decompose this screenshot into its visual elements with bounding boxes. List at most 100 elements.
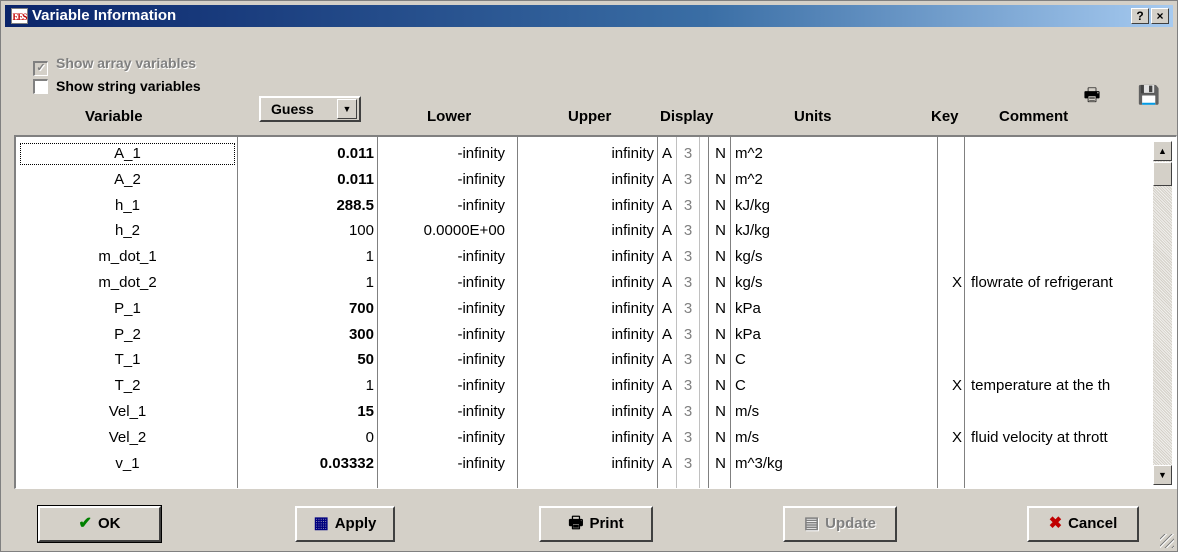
units-cell[interactable]: m^3/kg (733, 451, 938, 477)
lower-bound-cell[interactable]: -infinity (377, 425, 517, 451)
lower-bound-cell[interactable]: -infinity (377, 373, 517, 399)
units-cell[interactable]: m^2 (733, 167, 938, 193)
display-digits-cell[interactable]: 3 (678, 244, 698, 270)
display-digits-cell[interactable]: 3 (678, 270, 698, 296)
display-format-cell[interactable]: A (660, 373, 674, 399)
display-format-cell[interactable]: A (660, 270, 674, 296)
table-row[interactable]: v_1 0.03332 -infinity infinity A 3 Nm^3/kg (16, 451, 1149, 477)
key-cell[interactable] (938, 141, 964, 167)
units-cell[interactable]: kg/s (733, 244, 938, 270)
comment-cell[interactable] (966, 167, 1150, 193)
guess-cell[interactable]: 15 (237, 399, 377, 425)
resize-grip-icon[interactable] (1160, 534, 1174, 548)
comment-cell[interactable] (966, 322, 1150, 348)
display-digits-cell[interactable]: 3 (678, 425, 698, 451)
display-digits-cell[interactable]: 3 (678, 373, 698, 399)
comment-cell[interactable]: flowrate of refrigerant (966, 270, 1150, 296)
display-format-cell[interactable]: A (660, 218, 674, 244)
upper-bound-cell[interactable]: infinity (517, 218, 657, 244)
guess-cell[interactable]: 0.011 (237, 141, 377, 167)
lower-bound-cell[interactable]: -infinity (377, 193, 517, 219)
table-row[interactable]: T_2 1 -infinity infinity A 3 N C Xtemperature at… (16, 373, 1149, 399)
key-cell[interactable] (938, 167, 964, 193)
display-digits-cell[interactable]: 3 (678, 451, 698, 477)
upper-bound-cell[interactable]: infinity (517, 322, 657, 348)
guess-column-select[interactable]: Guess ▼ (259, 96, 361, 122)
units-flag-cell[interactable]: N (702, 244, 730, 270)
guess-cell[interactable]: 288.5 (237, 193, 377, 219)
display-digits-cell[interactable]: 3 (678, 296, 698, 322)
guess-cell[interactable]: 1 (237, 270, 377, 296)
units-cell[interactable]: m/s (733, 425, 938, 451)
display-format-cell[interactable]: A (660, 296, 674, 322)
units-cell[interactable]: kJ/kg (733, 218, 938, 244)
display-digits-cell[interactable]: 3 (678, 399, 698, 425)
guess-cell[interactable]: 300 (237, 322, 377, 348)
display-format-cell[interactable]: A (660, 322, 674, 348)
units-cell[interactable]: kPa (733, 296, 938, 322)
display-format-cell[interactable]: A (660, 399, 674, 425)
upper-bound-cell[interactable]: infinity (517, 167, 657, 193)
upper-bound-cell[interactable]: infinity (517, 244, 657, 270)
display-digits-cell[interactable]: 3 (678, 193, 698, 219)
title-bar[interactable]: EES Variable Information ? × (5, 5, 1173, 27)
chevron-down-icon[interactable]: ▼ (337, 99, 357, 119)
table-row[interactable]: m_dot_1 1 -infinity infinity A 3 Nkg/s (16, 244, 1149, 270)
lower-bound-cell[interactable]: -infinity (377, 451, 517, 477)
units-flag-cell[interactable]: N (702, 322, 730, 348)
upper-bound-cell[interactable]: infinity (517, 270, 657, 296)
display-format-cell[interactable]: A (660, 244, 674, 270)
units-flag-cell[interactable]: N (702, 347, 730, 373)
comment-cell[interactable] (966, 244, 1150, 270)
comment-cell[interactable] (966, 451, 1150, 477)
units-flag-cell[interactable]: N (702, 141, 730, 167)
key-cell[interactable] (938, 218, 964, 244)
print-button[interactable]: 🖶 Print (539, 506, 653, 542)
display-format-cell[interactable]: A (660, 167, 674, 193)
variable-cell[interactable]: A_1 (18, 141, 237, 167)
apply-button[interactable]: ▦ Apply (295, 506, 395, 542)
guess-cell[interactable]: 0 (237, 425, 377, 451)
variable-cell[interactable]: P_1 (18, 296, 237, 322)
units-cell[interactable]: C (733, 347, 938, 373)
units-cell[interactable]: m/s (733, 399, 938, 425)
display-format-cell[interactable]: A (660, 141, 674, 167)
table-row[interactable]: m_dot_2 1 -infinity infinity A 3 Nkg/s Xflowrat… (16, 270, 1149, 296)
display-digits-cell[interactable]: 3 (678, 218, 698, 244)
variable-cell[interactable]: m_dot_2 (18, 270, 237, 296)
upper-bound-cell[interactable]: infinity (517, 399, 657, 425)
help-button[interactable]: ? (1131, 8, 1149, 24)
lower-bound-cell[interactable]: -infinity (377, 270, 517, 296)
comment-cell[interactable] (966, 141, 1150, 167)
lower-bound-cell[interactable]: -infinity (377, 167, 517, 193)
variable-cell[interactable]: P_2 (18, 322, 237, 348)
guess-cell[interactable]: 1 (237, 373, 377, 399)
variable-cell[interactable]: Vel_1 (18, 399, 237, 425)
key-cell[interactable]: X (938, 373, 964, 399)
units-flag-cell[interactable]: N (702, 373, 730, 399)
cancel-button[interactable]: ✖ Cancel (1027, 506, 1139, 542)
key-cell[interactable] (938, 296, 964, 322)
table-row[interactable]: Vel_2 0 -infinity infinity A 3 Nm/s Xfluid velo… (16, 425, 1149, 451)
close-button[interactable]: × (1151, 8, 1169, 24)
guess-cell[interactable]: 100 (237, 218, 377, 244)
upper-bound-cell[interactable]: infinity (517, 425, 657, 451)
scrollbar-thumb[interactable] (1153, 162, 1172, 186)
floppy-disk-icon[interactable]: 💾 (1136, 82, 1162, 108)
guess-cell[interactable]: 0.03332 (237, 451, 377, 477)
guess-cell[interactable]: 1 (237, 244, 377, 270)
units-flag-cell[interactable]: N (702, 399, 730, 425)
units-cell[interactable]: C (733, 373, 938, 399)
units-flag-cell[interactable]: N (702, 296, 730, 322)
display-digits-cell[interactable]: 3 (678, 141, 698, 167)
key-cell[interactable] (938, 322, 964, 348)
variable-cell[interactable]: T_1 (18, 347, 237, 373)
units-cell[interactable]: m^2 (733, 141, 938, 167)
key-cell[interactable] (938, 244, 964, 270)
key-cell[interactable] (938, 451, 964, 477)
table-row[interactable]: P_2 300 -infinity infinity A 3 NkPa (16, 322, 1149, 348)
scroll-down-icon[interactable]: ▼ (1153, 465, 1172, 485)
key-cell[interactable] (938, 399, 964, 425)
key-cell[interactable] (938, 347, 964, 373)
guess-cell[interactable]: 50 (237, 347, 377, 373)
